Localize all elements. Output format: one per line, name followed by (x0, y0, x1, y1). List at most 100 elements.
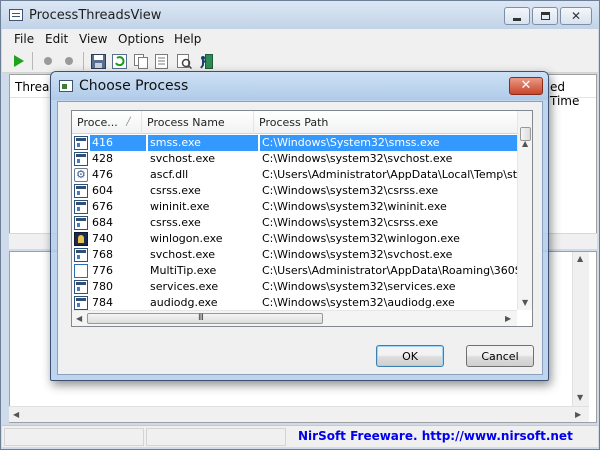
process-row[interactable]: 604 csrss.exe C:\Windows\system32\csrss.ex… (72, 183, 517, 199)
save-icon (90, 53, 106, 69)
main-titlebar[interactable]: ProcessThreadsView ✕ (1, 1, 599, 29)
menu-edit[interactable]: Edit (45, 32, 68, 46)
dialog-app-icon (59, 80, 73, 92)
menu-file[interactable]: File (14, 32, 34, 46)
logon-icon (74, 232, 88, 246)
process-list[interactable]: Proce... ╱ Process Name Process Path 416… (71, 110, 533, 327)
dialog-close-button[interactable]: ✕ (509, 77, 543, 95)
sort-icon: ╱ (126, 117, 131, 126)
scroll-right-icon: ▶ (575, 410, 582, 419)
refresh-button[interactable] (110, 52, 128, 70)
process-list-horizontal-scrollbar[interactable]: ◀ III ▶ (72, 310, 517, 326)
properties-icon (154, 53, 168, 69)
dll-icon (74, 168, 88, 182)
close-icon: ✕ (570, 9, 582, 23)
scroll-left-icon: ◀ (76, 314, 83, 323)
record2-button[interactable] (60, 52, 78, 70)
cancel-button[interactable]: Cancel (466, 345, 534, 367)
menu-options[interactable]: Options (118, 32, 164, 46)
process-path-cell: C:\Windows\system32\winlogon.exe (262, 232, 460, 245)
scroll-right-icon: ▶ (505, 314, 512, 323)
process-row[interactable]: 776 MultiTip.exe C:\Users\Administrator\Ap… (72, 263, 517, 279)
menu-help[interactable]: Help (174, 32, 201, 46)
play-button[interactable] (10, 52, 28, 70)
process-path-cell: C:\Windows\system32\services.exe (262, 280, 456, 293)
horizontal-scroll-thumb[interactable]: III (87, 313, 323, 324)
scroll-down-icon: ▼ (577, 393, 584, 402)
close-button[interactable]: ✕ (560, 7, 592, 25)
process-row[interactable]: 784 audiodg.exe C:\Windows\system32\audiod… (72, 295, 517, 311)
process-name-cell: MultiTip.exe (150, 264, 217, 277)
process-row[interactable]: 684 csrss.exe C:\Windows\system32\csrss.ex… (72, 215, 517, 231)
process-name-cell: csrss.exe (150, 216, 201, 229)
properties-button[interactable] (153, 52, 171, 70)
process-row[interactable]: 740 winlogon.exe C:\Windows\system32\winlo… (72, 231, 517, 247)
play-icon (14, 55, 24, 67)
scroll-down-icon: ▼ (522, 298, 529, 307)
toolbar (2, 49, 598, 73)
find-button[interactable] (175, 52, 193, 70)
process-name-cell: ascf.dll (150, 168, 189, 181)
process-row[interactable]: 780 services.exe C:\Windows\system32\servi… (72, 279, 517, 295)
scroll-up-icon: ▲ (577, 254, 584, 263)
gray-dot-icon (44, 57, 52, 65)
process-path-cell: C:\Windows\system32\svchost.exe (262, 152, 453, 165)
column-header-process-name[interactable]: Process Name (142, 111, 254, 134)
process-path-cell: C:\Users\Administrator\AppData\Roaming\3… (262, 264, 517, 277)
close-icon: ✕ (520, 78, 532, 93)
process-name-cell: svchost.exe (150, 248, 216, 261)
process-id-cell: 476 (92, 168, 113, 181)
process-list-vertical-scrollbar[interactable]: ▲ ▼ (517, 111, 532, 310)
window-icon (74, 136, 88, 150)
maximize-button[interactable] (532, 7, 558, 25)
process-path-cell: C:\Windows\system32\wininit.exe (262, 200, 447, 213)
process-id-cell: 776 (92, 264, 113, 277)
statusbar: NirSoft Freeware. http://www.nirsoft.net (2, 425, 598, 447)
process-id-cell: 784 (92, 296, 113, 309)
record-button[interactable] (39, 52, 57, 70)
process-name-cell: smss.exe (148, 135, 258, 151)
process-row[interactable]: 768 svchost.exe C:\Windows\system32\svchos… (72, 247, 517, 263)
menu-view[interactable]: View (79, 32, 107, 46)
column-header-pid[interactable]: Proce... (72, 111, 142, 134)
copy-button[interactable] (132, 52, 150, 70)
scroll-left-icon: ◀ (13, 410, 20, 419)
window-icon (74, 296, 88, 310)
minimize-button[interactable] (504, 7, 530, 25)
details-horizontal-scrollbar[interactable]: ◀ ▶ (9, 406, 589, 422)
created-time-column-header[interactable]: ed Time (550, 80, 596, 108)
app-window-icon (74, 264, 88, 278)
process-name-cell: services.exe (150, 280, 219, 293)
process-row[interactable]: 476 ascf.dll C:\Users\Administrator\AppDat… (72, 167, 517, 183)
nirsoft-link[interactable]: NirSoft Freeware. http://www.nirsoft.net (298, 429, 573, 443)
status-cell (146, 428, 286, 446)
window-icon (74, 184, 88, 198)
status-cell (4, 428, 144, 446)
process-row[interactable]: 428 svchost.exe C:\Windows\system32\svchos… (72, 151, 517, 167)
process-path-cell: C:\Windows\system32\csrss.exe (262, 216, 439, 229)
column-header-process-path[interactable]: Process Path (254, 111, 532, 134)
app-icon (9, 9, 23, 21)
details-vertical-scrollbar[interactable]: ▲ ▼ (572, 252, 589, 406)
toolbar-separator (83, 52, 84, 70)
process-id-cell: 416 (90, 135, 146, 151)
dialog-titlebar[interactable]: Choose Process ✕ (51, 72, 548, 100)
process-path-cell: C:\Windows\system32\svchost.exe (262, 248, 453, 261)
vertical-scroll-thumb[interactable] (520, 127, 531, 141)
ok-button[interactable]: OK (376, 345, 444, 367)
window-icon (74, 216, 88, 230)
threads-column-header[interactable]: Threa (15, 80, 49, 94)
save-button[interactable] (89, 52, 107, 70)
process-name-cell: winlogon.exe (150, 232, 223, 245)
process-row[interactable]: 676 wininit.exe C:\Windows\system32\winini… (72, 199, 517, 215)
process-path-cell: C:\Windows\system32\audiodg.exe (262, 296, 455, 309)
copy-icon (133, 53, 148, 69)
exit-icon (199, 53, 213, 69)
dialog-title: Choose Process (79, 78, 189, 94)
dialog-body: Proce... ╱ Process Name Process Path 416… (57, 101, 543, 375)
process-id-cell: 676 (92, 200, 113, 213)
process-row[interactable]: 416 smss.exe C:\Windows\System32\smss.exe (72, 135, 517, 151)
window-icon (74, 248, 88, 262)
process-name-cell: csrss.exe (150, 184, 201, 197)
exit-button[interactable] (197, 52, 215, 70)
